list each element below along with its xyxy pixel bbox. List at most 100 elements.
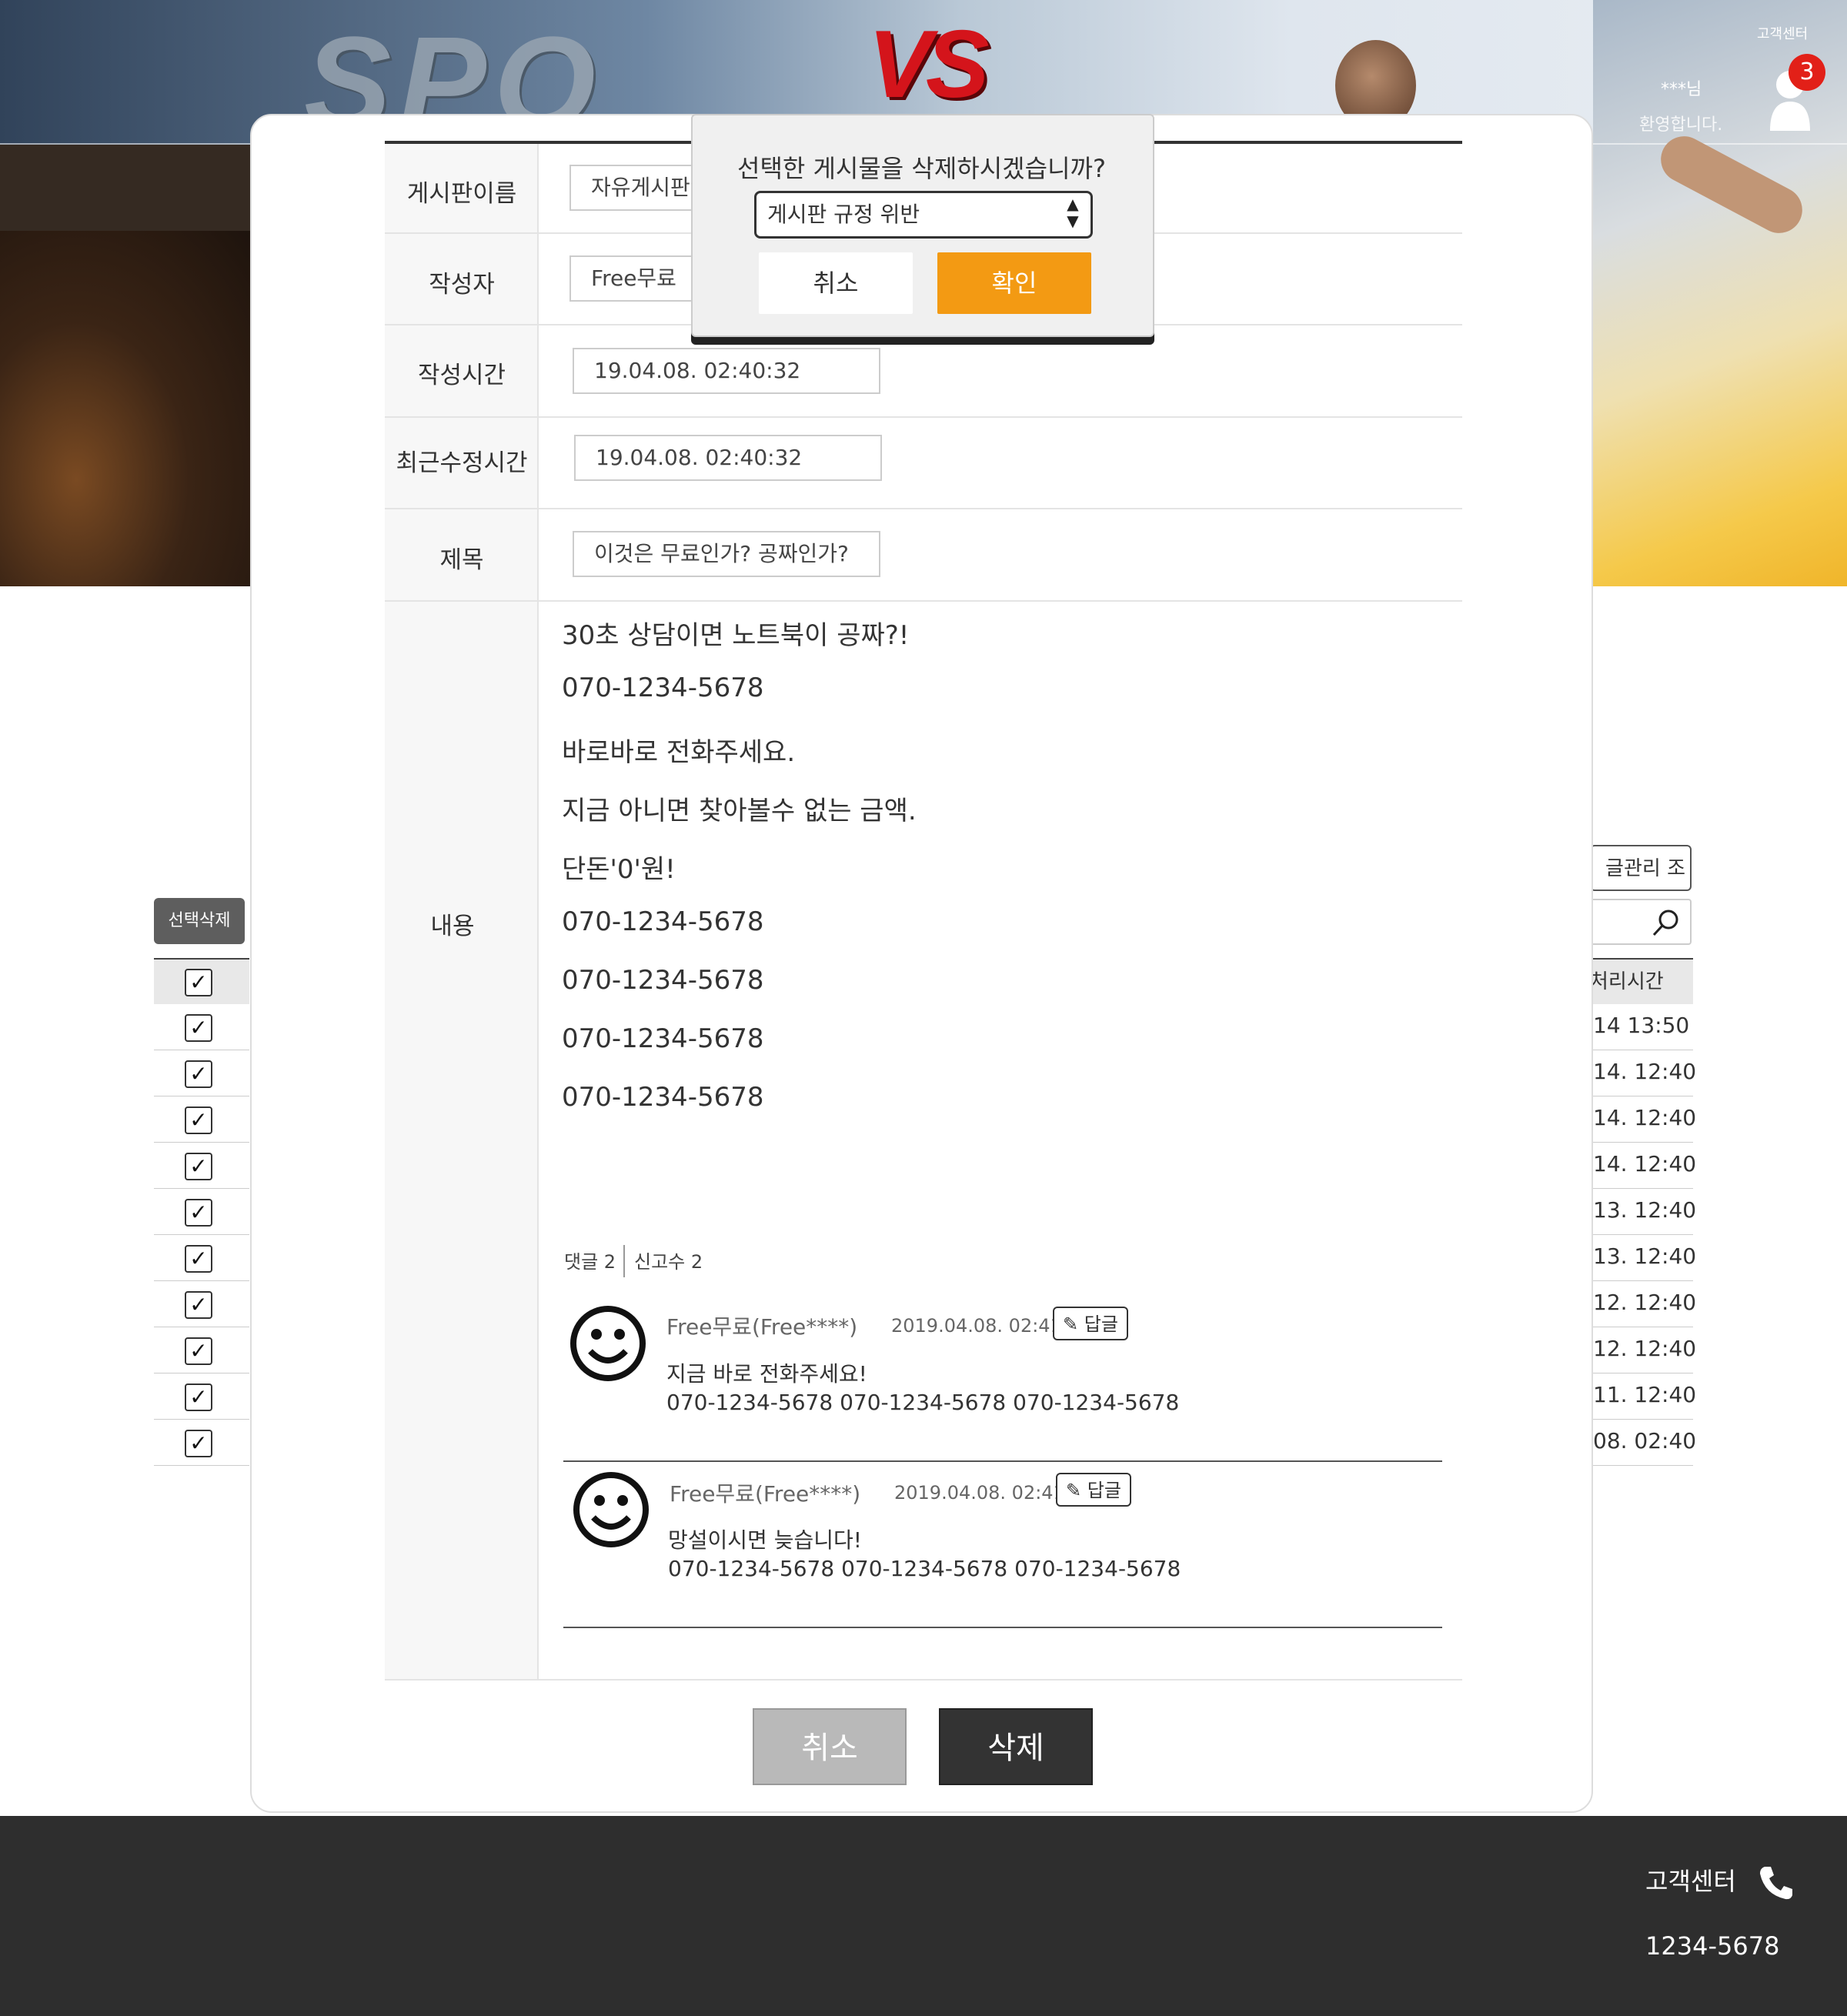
row-checkbox[interactable]: ✓ bbox=[185, 1245, 212, 1273]
author-label: 작성자 bbox=[429, 271, 495, 299]
row-checkbox[interactable]: ✓ bbox=[185, 1291, 212, 1319]
comment-phones: 070-1234-5678 070-1234-5678 070-1234-567… bbox=[666, 1390, 1180, 1415]
row-checkbox[interactable]: ✓ bbox=[185, 1060, 212, 1088]
content-line: 070-1234-5678 bbox=[562, 673, 764, 703]
dialog-title: 선택한 게시물을 삭제하시겠습니까? bbox=[737, 154, 1106, 183]
row-divider bbox=[1590, 1234, 1693, 1235]
comment-text: 지금 바로 전화주세요! bbox=[666, 1361, 867, 1387]
comment-author: Free무료(Free****) bbox=[666, 1314, 858, 1340]
list-header-time: 처리시간 bbox=[1590, 958, 1693, 1004]
site-logo[interactable]: VS bbox=[868, 17, 989, 112]
row-divider bbox=[1590, 1419, 1693, 1420]
subject-field[interactable]: 이것은 무료인가? 공짜인가? bbox=[573, 531, 880, 577]
row-checkbox[interactable]: ✓ bbox=[185, 1106, 212, 1134]
content-line: 070-1234-5678 bbox=[562, 906, 764, 937]
content-line: 바로바로 전화주세요. bbox=[562, 737, 796, 768]
row-checkbox[interactable]: ✓ bbox=[185, 1430, 212, 1457]
cancel-button[interactable]: 취소 bbox=[753, 1708, 907, 1785]
dialog-cancel-button[interactable]: 취소 bbox=[759, 252, 913, 314]
row-divider bbox=[154, 1234, 249, 1235]
author-field[interactable]: Free무료 bbox=[569, 255, 708, 302]
comment-divider bbox=[563, 1460, 1442, 1462]
row-divider bbox=[154, 1419, 249, 1420]
divider bbox=[385, 1679, 1462, 1681]
pencil-icon: ✎ bbox=[1063, 1313, 1079, 1335]
modified-time-label: 최근수정시간 bbox=[396, 449, 528, 477]
content-line: 단돈'0'원! bbox=[562, 854, 676, 885]
reply-label: 답글 bbox=[1087, 1480, 1121, 1501]
row-divider bbox=[154, 1188, 249, 1189]
subject-label: 제목 bbox=[439, 546, 484, 574]
created-time-field[interactable]: 19.04.08. 02:40:32 bbox=[573, 348, 880, 394]
row-time: 12. 12:40 bbox=[1593, 1336, 1697, 1361]
reply-label: 답글 bbox=[1084, 1313, 1118, 1335]
footer-phone: 1234-5678 bbox=[1645, 1931, 1780, 1961]
select-all-checkbox[interactable]: ✓ bbox=[185, 969, 212, 996]
content-line: 070-1234-5678 bbox=[562, 1082, 764, 1113]
comment-date: 2019.04.08. 02:41 bbox=[894, 1482, 1065, 1504]
row-divider bbox=[1590, 1142, 1693, 1143]
board-name-field[interactable]: 자유게시판 bbox=[569, 165, 708, 211]
row-divider bbox=[1590, 1188, 1693, 1189]
content-line: 070-1234-5678 bbox=[562, 1023, 764, 1054]
report-count: 신고수 2 bbox=[634, 1251, 703, 1273]
reply-button[interactable]: ✎ 답글 bbox=[1056, 1473, 1131, 1507]
select-delete-button[interactable]: 선택삭제 bbox=[154, 898, 245, 944]
row-checkbox[interactable]: ✓ bbox=[185, 1014, 212, 1042]
divider bbox=[385, 416, 1462, 418]
pencil-icon: ✎ bbox=[1066, 1480, 1082, 1501]
board-name-label: 게시판이름 bbox=[406, 180, 517, 208]
user-name: ***님 bbox=[1661, 80, 1702, 99]
row-divider bbox=[1590, 1465, 1693, 1466]
support-link[interactable]: 고객센터 bbox=[1757, 23, 1808, 43]
row-time: 14. 12:40 bbox=[1593, 1059, 1697, 1084]
search-icon[interactable] bbox=[1652, 908, 1681, 937]
row-time: 14. 12:40 bbox=[1593, 1105, 1697, 1130]
row-checkbox[interactable]: ✓ bbox=[185, 1337, 212, 1365]
divider bbox=[385, 508, 1462, 509]
welcome-text: 환영합니다. bbox=[1639, 115, 1723, 135]
created-time-label: 작성시간 bbox=[417, 362, 506, 389]
row-time: 12. 12:40 bbox=[1593, 1290, 1697, 1315]
delete-reason-select[interactable]: 게시판 규정 위반 bbox=[754, 191, 1093, 239]
banner-crowd bbox=[0, 231, 254, 586]
row-divider bbox=[154, 1280, 249, 1281]
content-label: 내용 bbox=[430, 913, 475, 940]
row-checkbox[interactable]: ✓ bbox=[185, 1153, 212, 1180]
reply-button[interactable]: ✎ 답글 bbox=[1053, 1307, 1128, 1340]
comment-phones: 070-1234-5678 070-1234-5678 070-1234-567… bbox=[668, 1556, 1181, 1581]
footer bbox=[0, 1816, 1847, 2016]
row-time: 13. 12:40 bbox=[1593, 1243, 1697, 1269]
comment-count: 댓글 2 bbox=[564, 1251, 616, 1273]
modified-time-field[interactable]: 19.04.08. 02:40:32 bbox=[574, 435, 882, 481]
banner-stadium-top bbox=[0, 145, 254, 231]
comment-text: 망설이시면 늦습니다! bbox=[668, 1527, 862, 1553]
comment-date: 2019.04.08. 02:41 bbox=[891, 1315, 1062, 1337]
row-time: 13. 12:40 bbox=[1593, 1197, 1697, 1223]
comment-author: Free무료(Free****) bbox=[670, 1481, 861, 1507]
dialog-confirm-button[interactable]: 확인 bbox=[937, 252, 1091, 314]
smiley-avatar-icon bbox=[570, 1306, 646, 1381]
notification-badge[interactable]: 3 bbox=[1789, 54, 1825, 91]
select-arrows-icon[interactable]: ▲ ▼ bbox=[1062, 195, 1084, 229]
row-divider bbox=[154, 1465, 249, 1466]
row-checkbox[interactable]: ✓ bbox=[185, 1383, 212, 1411]
phone-icon[interactable] bbox=[1757, 1864, 1795, 1902]
divider bbox=[385, 600, 1462, 602]
row-time: 11. 12:40 bbox=[1593, 1382, 1697, 1407]
row-time: 14. 12:40 bbox=[1593, 1151, 1697, 1177]
content-line: 지금 아니면 찾아볼수 없는 금액. bbox=[562, 796, 917, 826]
row-time: 08. 02:40 bbox=[1593, 1428, 1697, 1454]
meta-divider bbox=[623, 1245, 625, 1277]
delete-button[interactable]: 삭제 bbox=[939, 1708, 1093, 1785]
footer-support-label: 고객센터 bbox=[1645, 1867, 1736, 1896]
search-box[interactable] bbox=[1590, 899, 1692, 945]
content-line: 070-1234-5678 bbox=[562, 965, 764, 996]
row-divider bbox=[1590, 1280, 1693, 1281]
smiley-avatar-icon bbox=[573, 1472, 649, 1547]
comment-divider bbox=[563, 1627, 1442, 1628]
post-manage-button[interactable]: 글관리 조회 bbox=[1590, 845, 1692, 925]
row-checkbox[interactable]: ✓ bbox=[185, 1199, 212, 1227]
row-divider bbox=[154, 1142, 249, 1143]
row-time: 14 13:50 bbox=[1593, 1013, 1690, 1038]
